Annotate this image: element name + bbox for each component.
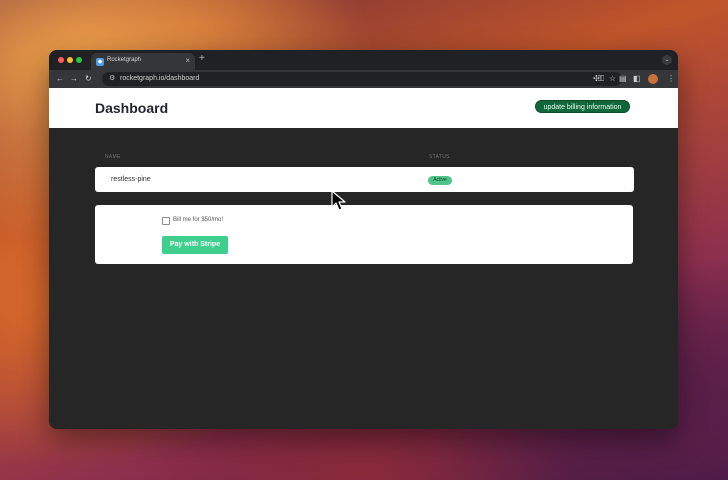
url-text[interactable]: rocketgraph.io/dashboard	[120, 75, 199, 82]
page-viewport: Dashboard update billing information NAM…	[49, 88, 678, 429]
rocketgraph-favicon-icon: ◆	[96, 58, 104, 66]
status-badge: Active	[428, 176, 452, 185]
site-info-icon[interactable]: ⚙	[109, 74, 115, 84]
column-header-status: STATUS	[429, 154, 450, 160]
reload-icon[interactable]: ↻	[85, 73, 92, 85]
browser-toolbar: ← → ↻ ⚙ rocketgraph.io/dashboard ⚿ ☆ ✣ ▤…	[49, 70, 678, 88]
tab-title: Rocketgraph	[107, 57, 142, 63]
project-name: restless-pine	[111, 176, 151, 183]
extensions-puzzle-icon[interactable]: ✣	[593, 73, 600, 85]
kebab-menu-icon[interactable]: ⋮	[667, 73, 675, 85]
browser-window: ◆ Rocketgraph × + ⌄ ← → ↻ ⚙ rocketgraph.…	[49, 50, 678, 429]
mouse-cursor-icon	[331, 190, 346, 211]
bill-monthly-label[interactable]: Bill me for $50/mo!	[173, 217, 223, 223]
close-window-button[interactable]	[58, 57, 64, 63]
back-arrow-icon[interactable]: ←	[56, 73, 64, 85]
table-row[interactable]: restless-pine Active	[95, 167, 634, 192]
profile-avatar[interactable]	[648, 74, 658, 84]
tab-rocketgraph[interactable]: ◆ Rocketgraph ×	[91, 53, 195, 70]
address-bar[interactable]: ⚙ rocketgraph.io/dashboard ⚿ ☆	[102, 72, 622, 86]
star-icon[interactable]: ☆	[609, 74, 616, 84]
app-header: Dashboard update billing information	[49, 88, 678, 128]
pay-with-stripe-button[interactable]: Pay with Stripe	[162, 236, 228, 254]
new-tab-button[interactable]: +	[199, 53, 205, 65]
column-header-name: NAME	[105, 154, 121, 160]
tab-search-icon[interactable]: ⌄	[662, 55, 672, 65]
billing-card: Bill me for $50/mo! Pay with Stripe	[95, 205, 633, 264]
page-title: Dashboard	[95, 100, 169, 116]
maximize-window-button[interactable]	[76, 57, 82, 63]
update-billing-button[interactable]: update billing information	[535, 100, 630, 113]
minimize-window-button[interactable]	[67, 57, 73, 63]
reading-list-icon[interactable]: ▤	[619, 73, 627, 85]
side-panel-icon[interactable]: ◧	[633, 73, 641, 85]
tab-bar: ◆ Rocketgraph × + ⌄	[49, 50, 678, 70]
tab-close-icon[interactable]: ×	[185, 56, 190, 66]
forward-arrow-icon[interactable]: →	[70, 73, 78, 85]
bill-monthly-checkbox[interactable]	[162, 217, 170, 225]
